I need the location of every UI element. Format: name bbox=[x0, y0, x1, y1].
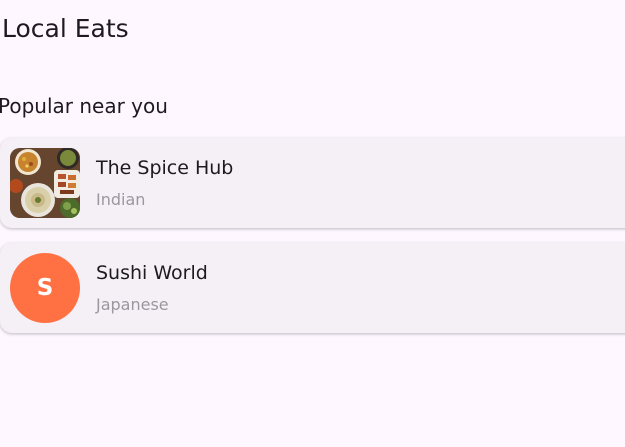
app-title: Local Eats bbox=[2, 14, 129, 43]
restaurant-card[interactable]: The Spice Hub Indian bbox=[0, 138, 625, 228]
restaurant-name: The Spice Hub bbox=[96, 157, 234, 179]
restaurant-cuisine: Indian bbox=[96, 190, 146, 209]
app-bar: Local Eats bbox=[2, 12, 129, 46]
restaurant-name: Sushi World bbox=[96, 262, 208, 284]
section-title: Popular near you bbox=[0, 94, 168, 118]
restaurant-avatar: S bbox=[10, 253, 80, 323]
restaurant-card[interactable]: S Sushi World Japanese bbox=[0, 243, 625, 333]
restaurant-photo bbox=[10, 148, 80, 218]
restaurant-cuisine: Japanese bbox=[96, 295, 169, 314]
